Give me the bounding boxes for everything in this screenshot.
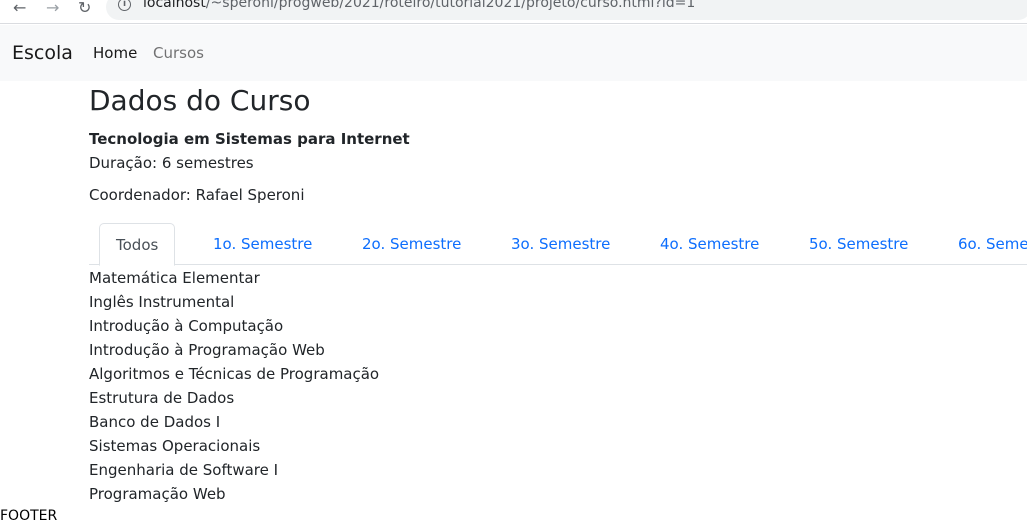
list-item: Matemática Elementar <box>89 269 260 287</box>
list-item: Banco de Dados I <box>89 413 221 431</box>
url-path: /~speroni/progweb/2021/roteiro/tutorial2… <box>205 0 696 11</box>
list-item: Engenharia de Software I <box>89 461 279 479</box>
tab-semestre-5[interactable]: 5o. Semestre <box>793 223 924 265</box>
url-host: localhost <box>143 0 206 11</box>
navbar: Escola Home Cursos <box>0 25 1027 81</box>
back-icon[interactable]: ← <box>13 0 26 17</box>
list-item: Introdução à Computação <box>89 317 284 335</box>
navbar-brand[interactable]: Escola <box>12 42 73 64</box>
tab-todos[interactable]: Todos <box>99 223 176 266</box>
url-text: localhost/~speroni/progweb/2021/roteiro/… <box>143 0 695 11</box>
page-title: Dados do Curso <box>89 84 311 117</box>
footer: FOOTER <box>0 508 58 524</box>
tab-semestre-1[interactable]: 1o. Semestre <box>197 223 328 265</box>
forward-icon[interactable]: → <box>46 0 59 17</box>
list-item: Estrutura de Dados <box>89 389 235 407</box>
course-name: Tecnologia em Sistemas para Internet <box>89 130 410 148</box>
info-icon[interactable]: i <box>118 0 131 11</box>
list-item: Sistemas Operacionais <box>89 437 261 455</box>
semester-tabs: Todos 1o. Semestre 2o. Semestre 3o. Seme… <box>89 223 1027 266</box>
tab-semestre-3[interactable]: 3o. Semestre <box>495 223 626 265</box>
tab-semestre-6[interactable]: 6o. Semestre <box>942 223 1027 265</box>
reload-icon[interactable]: ↻ <box>78 0 91 17</box>
tab-semestre-4[interactable]: 4o. Semestre <box>644 223 775 265</box>
nav-link-cursos[interactable]: Cursos <box>153 44 204 62</box>
tab-semestre-2[interactable]: 2o. Semestre <box>346 223 477 265</box>
nav-link-home[interactable]: Home <box>93 44 137 62</box>
list-item: Inglês Instrumental <box>89 293 235 311</box>
course-duration: Duração: 6 semestres <box>89 154 254 172</box>
browser-toolbar: ← → ↻ i localhost/~speroni/progweb/2021/… <box>0 0 1027 24</box>
list-item: Algoritmos e Técnicas de Programação <box>89 365 380 383</box>
course-coordinator: Coordenador: Rafael Speroni <box>89 186 305 204</box>
list-item: Introdução à Programação Web <box>89 341 325 359</box>
address-bar[interactable]: i localhost/~speroni/progweb/2021/roteir… <box>106 0 1027 20</box>
subject-list: Matemática Elementar Inglês Instrumental… <box>89 266 379 506</box>
list-item: Programação Web <box>89 485 226 503</box>
